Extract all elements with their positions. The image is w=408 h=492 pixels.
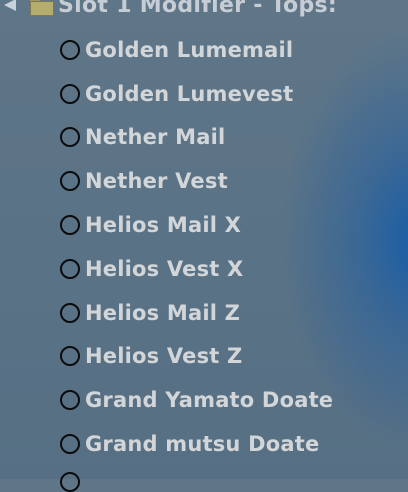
option-label: Grand mutsu Doate (85, 432, 320, 457)
radio-button[interactable] (60, 39, 80, 60)
option-helios-vest-x[interactable]: Helios Vest X (60, 247, 400, 291)
folder-icon (30, 0, 54, 16)
group-header[interactable]: Slot 1 Modifier - Tops: (0, 0, 408, 18)
option-helios-vest-z[interactable]: Helios Vest Z (60, 335, 400, 379)
option-label: Helios Vest Z (85, 344, 243, 369)
option-grand-mutsu-doate[interactable]: Grand mutsu Doate (60, 422, 400, 466)
option-golden-lumevest[interactable]: Golden Lumevest (60, 72, 400, 116)
radio-button[interactable] (60, 171, 80, 192)
radio-button[interactable] (60, 215, 80, 236)
option-label: Helios Mail Z (85, 300, 241, 325)
option-helios-mail-x[interactable]: Helios Mail X (60, 203, 400, 247)
option-label: Golden Lumemail (85, 37, 294, 62)
radio-button[interactable] (60, 390, 80, 411)
group-title: Slot 1 Modifier - Tops: (58, 0, 338, 18)
option-label: Helios Vest X (85, 256, 244, 281)
option-label: Nether Mail (85, 125, 226, 150)
option-label: Golden Lumevest (85, 81, 294, 106)
option-golden-lumemail[interactable]: Golden Lumemail (60, 28, 400, 72)
option-label: Helios Mail X (85, 213, 242, 238)
option-grand-yamato-doate[interactable]: Grand Yamato Doate (60, 378, 400, 422)
radio-button[interactable] (60, 346, 80, 367)
options-list: Golden Lumemail Golden Lumevest Nether M… (60, 28, 400, 466)
radio-button[interactable] (60, 258, 80, 279)
collapse-arrow-icon[interactable] (4, 0, 16, 11)
option-helios-mail-z[interactable]: Helios Mail Z (60, 291, 400, 335)
radio-button[interactable] (60, 127, 80, 148)
option-nether-vest[interactable]: Nether Vest (60, 159, 400, 203)
option-nether-mail[interactable]: Nether Mail (60, 116, 400, 160)
radio-button[interactable] (60, 83, 80, 104)
option-label: Grand Yamato Doate (85, 388, 334, 413)
option-label: Nether Vest (85, 169, 228, 194)
radio-button[interactable] (60, 302, 80, 323)
radio-button[interactable] (60, 434, 80, 455)
radio-button-partial[interactable] (60, 472, 80, 492)
